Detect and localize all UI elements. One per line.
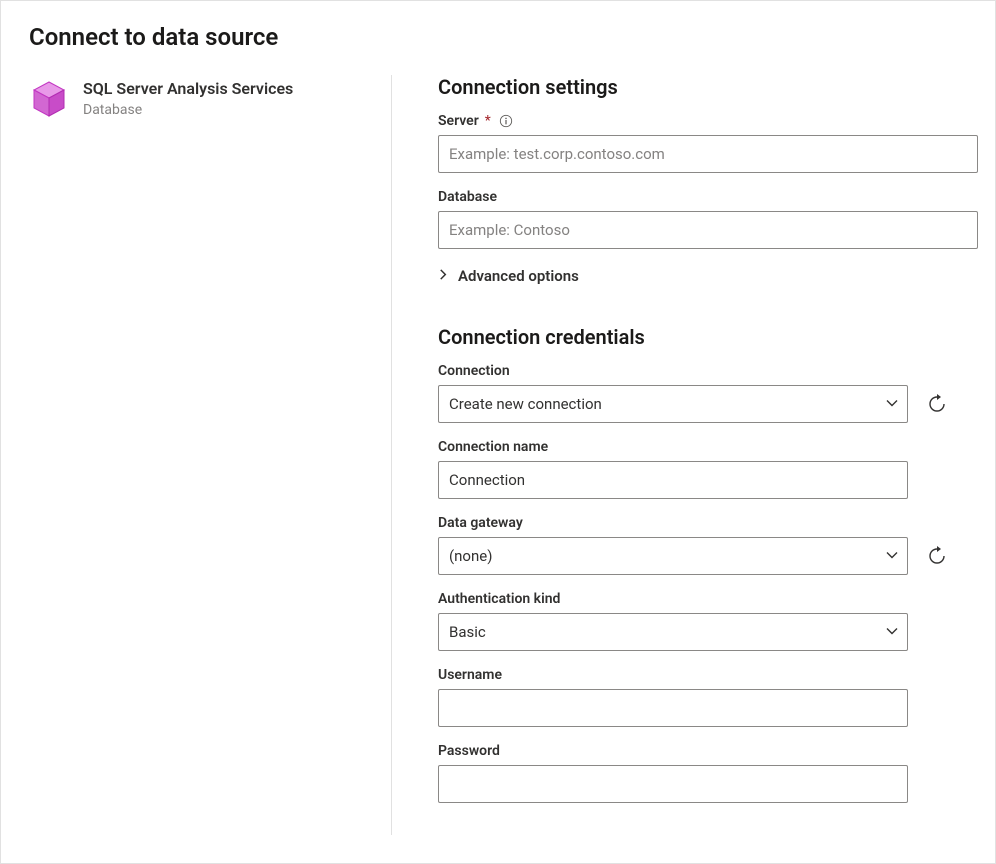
advanced-options-toggle[interactable]: Advanced options	[438, 267, 978, 285]
page-title: Connect to data source	[1, 1, 995, 75]
server-label: Server	[438, 113, 479, 129]
auth-label: Authentication kind	[438, 591, 978, 607]
server-label-row: Server *	[438, 113, 978, 129]
form-area: Connection settings Server *	[392, 75, 996, 835]
info-icon[interactable]	[499, 114, 513, 128]
section-heading-credentials: Connection credentials	[438, 325, 978, 349]
connection-name-label: Connection name	[438, 439, 978, 455]
dialog: Connect to data source SQL Server Analys…	[0, 0, 996, 864]
gateway-select[interactable]	[438, 537, 908, 575]
username-input[interactable]	[438, 689, 908, 727]
password-input[interactable]	[438, 765, 908, 803]
source-text: SQL Server Analysis Services Database	[83, 79, 293, 835]
field-server: Server *	[438, 113, 978, 173]
source-name: SQL Server Analysis Services	[83, 79, 293, 100]
refresh-connection-button[interactable]	[926, 393, 948, 415]
auth-select[interactable]	[438, 613, 908, 651]
database-label: Database	[438, 189, 978, 205]
required-asterisk: *	[485, 113, 491, 129]
server-input[interactable]	[438, 135, 978, 173]
refresh-icon	[927, 394, 947, 414]
section-heading-settings: Connection settings	[438, 75, 978, 99]
refresh-gateway-button[interactable]	[926, 545, 948, 567]
password-label: Password	[438, 743, 978, 759]
field-connection-name: Connection name	[438, 439, 978, 499]
connection-select-wrap	[438, 385, 908, 423]
cube-icon	[29, 79, 69, 119]
refresh-icon	[927, 546, 947, 566]
source-summary: SQL Server Analysis Services Database	[29, 75, 391, 835]
advanced-options-label: Advanced options	[458, 267, 579, 285]
field-database: Database	[438, 189, 978, 249]
connection-name-input[interactable]	[438, 461, 908, 499]
field-password: Password	[438, 743, 978, 803]
database-input[interactable]	[438, 211, 978, 249]
connection-select[interactable]	[438, 385, 908, 423]
gateway-label: Data gateway	[438, 515, 978, 531]
field-gateway: Data gateway	[438, 515, 978, 575]
username-label: Username	[438, 667, 978, 683]
chevron-right-icon	[438, 269, 450, 284]
gateway-select-wrap	[438, 537, 908, 575]
field-connection: Connection	[438, 363, 978, 423]
field-username: Username	[438, 667, 978, 727]
connection-label: Connection	[438, 363, 978, 379]
dialog-body: SQL Server Analysis Services Database Co…	[1, 75, 995, 835]
field-auth: Authentication kind	[438, 591, 978, 651]
auth-select-wrap	[438, 613, 908, 651]
source-category: Database	[83, 102, 293, 118]
